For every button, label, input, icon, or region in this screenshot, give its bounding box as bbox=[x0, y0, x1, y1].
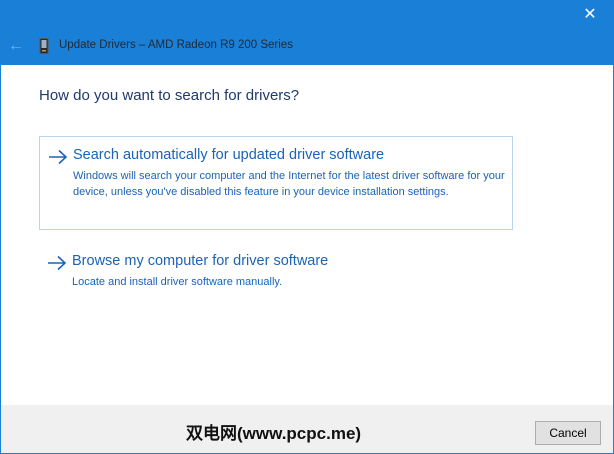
back-arrow-icon: ← bbox=[8, 37, 24, 54]
footer-bar: 双电网(www.pcpc.me) Cancel bbox=[1, 405, 613, 453]
right-arrow-icon bbox=[49, 149, 68, 165]
title-bar-strip: ✕ bbox=[1, 1, 613, 29]
right-arrow-icon bbox=[48, 255, 67, 271]
header-row: ← Update Drivers – AMD Radeon R9 200 Ser… bbox=[1, 29, 613, 65]
close-icon: ✕ bbox=[583, 6, 597, 23]
device-icon bbox=[39, 38, 49, 54]
close-button[interactable]: ✕ bbox=[567, 1, 613, 29]
search-automatically-option[interactable]: Search automatically for updated driver … bbox=[39, 136, 513, 230]
option-description: Locate and install driver software manua… bbox=[72, 276, 283, 288]
browse-computer-option[interactable]: Browse my computer for driver software L… bbox=[39, 243, 513, 303]
title-bar: ✕ ← Update Drivers – AMD Radeon R9 200 S… bbox=[1, 1, 613, 65]
watermark-text: 双电网(www.pcpc.me) bbox=[186, 424, 362, 443]
window-title: Update Drivers – AMD Radeon R9 200 Serie… bbox=[59, 39, 293, 51]
cancel-button[interactable]: Cancel bbox=[535, 421, 601, 445]
content-area: How do you want to search for drivers? S… bbox=[1, 65, 613, 405]
option-description: Windows will search your computer and th… bbox=[73, 170, 505, 198]
option-title: Search automatically for updated driver … bbox=[73, 147, 385, 163]
update-drivers-window: ✕ ← Update Drivers – AMD Radeon R9 200 S… bbox=[0, 0, 614, 454]
page-heading: How do you want to search for drivers? bbox=[39, 87, 300, 104]
option-title: Browse my computer for driver software bbox=[72, 253, 329, 269]
back-button[interactable]: ← bbox=[5, 35, 27, 57]
